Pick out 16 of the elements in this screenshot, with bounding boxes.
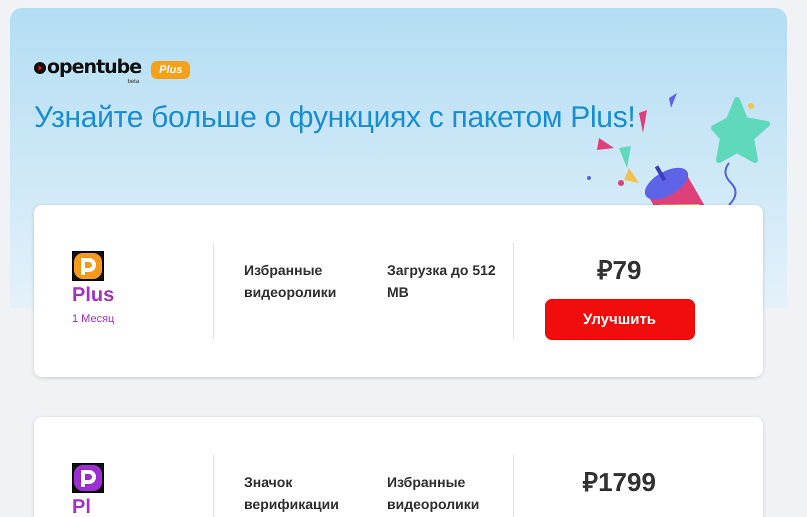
logo-text: opentube [47,58,142,77]
plan-name: Pl [72,496,91,517]
upgrade-button[interactable]: Улучшить [544,299,694,340]
plan-period: 1 Месяц [72,313,114,325]
feature-text: Значок верификации [244,473,340,514]
feature-text: Загрузка до 512 MB [387,261,497,302]
feature-text: Избранные видеоролики [244,261,338,302]
feature-text: Избранные видеоролики [387,473,480,514]
play-icon [34,62,46,74]
plan-logo-icon [72,463,104,493]
plan-name: Plus [72,284,114,307]
price: ₽79 [598,254,642,287]
plan-logo-icon [72,251,104,281]
plus-badge: Plus [151,60,190,78]
price: ₽1799 [583,466,656,499]
headline: Узнайте больше о функциях с пакетом Plus! [34,101,636,135]
